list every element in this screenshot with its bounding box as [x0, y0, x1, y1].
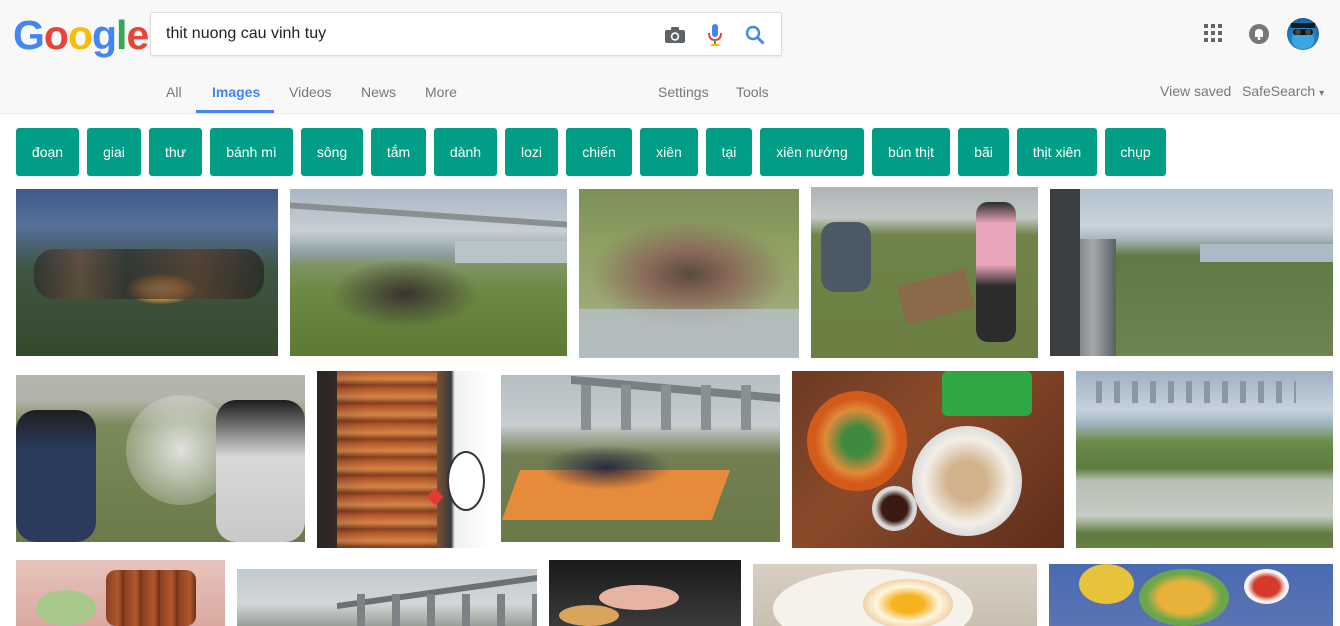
apps-icon[interactable]	[1204, 24, 1224, 44]
chip-15[interactable]: thịt xiên	[1017, 128, 1097, 176]
camera-icon[interactable]	[663, 23, 687, 47]
tab-more[interactable]: More	[425, 84, 457, 100]
chip-9[interactable]: chiến	[566, 128, 632, 176]
fries-plate	[1139, 569, 1229, 626]
image-result-grilling-grass[interactable]	[811, 187, 1038, 358]
logo-letter-o1: o	[43, 12, 69, 58]
sauce-bowl	[872, 486, 917, 531]
skewers	[106, 570, 196, 626]
image-result-river-landscape[interactable]	[1076, 371, 1333, 548]
logo-letter-g: G	[13, 12, 45, 58]
chip-14[interactable]: bãi	[958, 128, 1009, 176]
microphone-icon[interactable]	[703, 23, 727, 47]
yellow-plate	[1079, 564, 1134, 604]
person-crouching	[821, 222, 871, 292]
chip-3[interactable]: thư	[149, 128, 202, 176]
image-result-picnic-girls[interactable]	[579, 189, 799, 358]
settings-link[interactable]: Settings	[658, 84, 709, 100]
river-pond	[1200, 244, 1333, 262]
person-pink-shirt	[976, 202, 1016, 342]
logo-letter-e: e	[126, 12, 149, 58]
search-icon[interactable]	[743, 23, 767, 47]
bread	[559, 605, 619, 626]
search-box	[150, 12, 782, 56]
mat-shape	[579, 309, 799, 358]
railing	[1050, 189, 1080, 356]
chip-13[interactable]: bún thịt	[872, 128, 950, 176]
chip-1[interactable]: đoạn	[16, 128, 79, 176]
header: Google All Images Videos News More Setti…	[0, 0, 1340, 114]
image-result-bridge-picnic-mat[interactable]	[501, 375, 780, 542]
image-result-bridge-river[interactable]	[290, 189, 567, 356]
bridge-deck	[290, 202, 567, 228]
bridge-pillars	[581, 385, 780, 430]
person-right	[216, 400, 305, 542]
logo-letter-g2: g	[92, 12, 117, 58]
people-group	[541, 445, 671, 490]
tools-link[interactable]: Tools	[736, 84, 769, 100]
tab-all[interactable]: All	[166, 84, 182, 100]
logo-letter-l: l	[116, 12, 127, 58]
chip-8[interactable]: lozi	[505, 128, 558, 176]
safesearch-menu[interactable]: SafeSearch ▾	[1242, 83, 1324, 99]
chip-5[interactable]: sông	[301, 128, 363, 176]
search-input[interactable]	[166, 13, 646, 55]
people-shape	[330, 259, 480, 329]
green-plate	[942, 371, 1032, 416]
image-result-skewers-plate[interactable]	[16, 560, 225, 626]
google-logo[interactable]: Google	[13, 12, 149, 58]
safesearch-label: SafeSearch	[1242, 83, 1316, 99]
person-left	[16, 410, 96, 542]
tab-news[interactable]: News	[361, 84, 396, 100]
tab-videos[interactable]: Videos	[289, 84, 332, 100]
orange-bowl	[807, 391, 907, 491]
chip-10[interactable]: xiên	[640, 128, 698, 176]
image-result-fries-table[interactable]	[1049, 564, 1333, 626]
image-result-skewers-grill[interactable]	[317, 371, 489, 548]
chip-4[interactable]: bánh mì	[210, 128, 293, 176]
active-tab-indicator	[196, 110, 274, 113]
chip-7[interactable]: dành	[434, 128, 497, 176]
image-result-grilling-smoke[interactable]	[16, 375, 305, 542]
image-result-bun-thit-nuong[interactable]	[792, 371, 1064, 548]
city-skyline	[1096, 381, 1296, 403]
image-result-fried-egg[interactable]	[753, 564, 1037, 626]
sauce-bowl	[1244, 569, 1289, 604]
image-result-bridge-landscape[interactable]	[237, 569, 537, 626]
fried-egg	[863, 579, 953, 626]
caret-down-icon: ▾	[1319, 88, 1325, 99]
chip-6[interactable]: tắm	[371, 128, 426, 176]
soup-bowl	[912, 426, 1022, 536]
notifications-icon[interactable]	[1249, 24, 1269, 44]
cucumber	[36, 590, 96, 626]
sticker-character	[447, 451, 485, 511]
chip-16[interactable]: chụp	[1105, 128, 1166, 176]
picnic-people-shape	[34, 249, 264, 299]
image-result-picnic-dusk[interactable]	[16, 189, 278, 356]
wood-pile	[897, 268, 975, 326]
chip-12[interactable]: xiên nướng	[760, 128, 864, 176]
avatar[interactable]	[1287, 18, 1319, 50]
bridge-pillars	[357, 594, 537, 626]
view-saved-link[interactable]: View saved	[1160, 83, 1231, 99]
food-tray	[599, 585, 679, 610]
chip-2[interactable]: giai	[87, 128, 141, 176]
tab-images[interactable]: Images	[212, 84, 260, 100]
image-result-bridge-railing[interactable]	[1050, 189, 1333, 356]
chip-11[interactable]: tại	[706, 128, 752, 176]
image-result-food-stall[interactable]	[549, 560, 741, 626]
search-tabs: All Images Videos News More Settings Too…	[0, 70, 1340, 114]
skewer-rows	[337, 371, 437, 548]
logo-letter-o2: o	[67, 12, 93, 58]
